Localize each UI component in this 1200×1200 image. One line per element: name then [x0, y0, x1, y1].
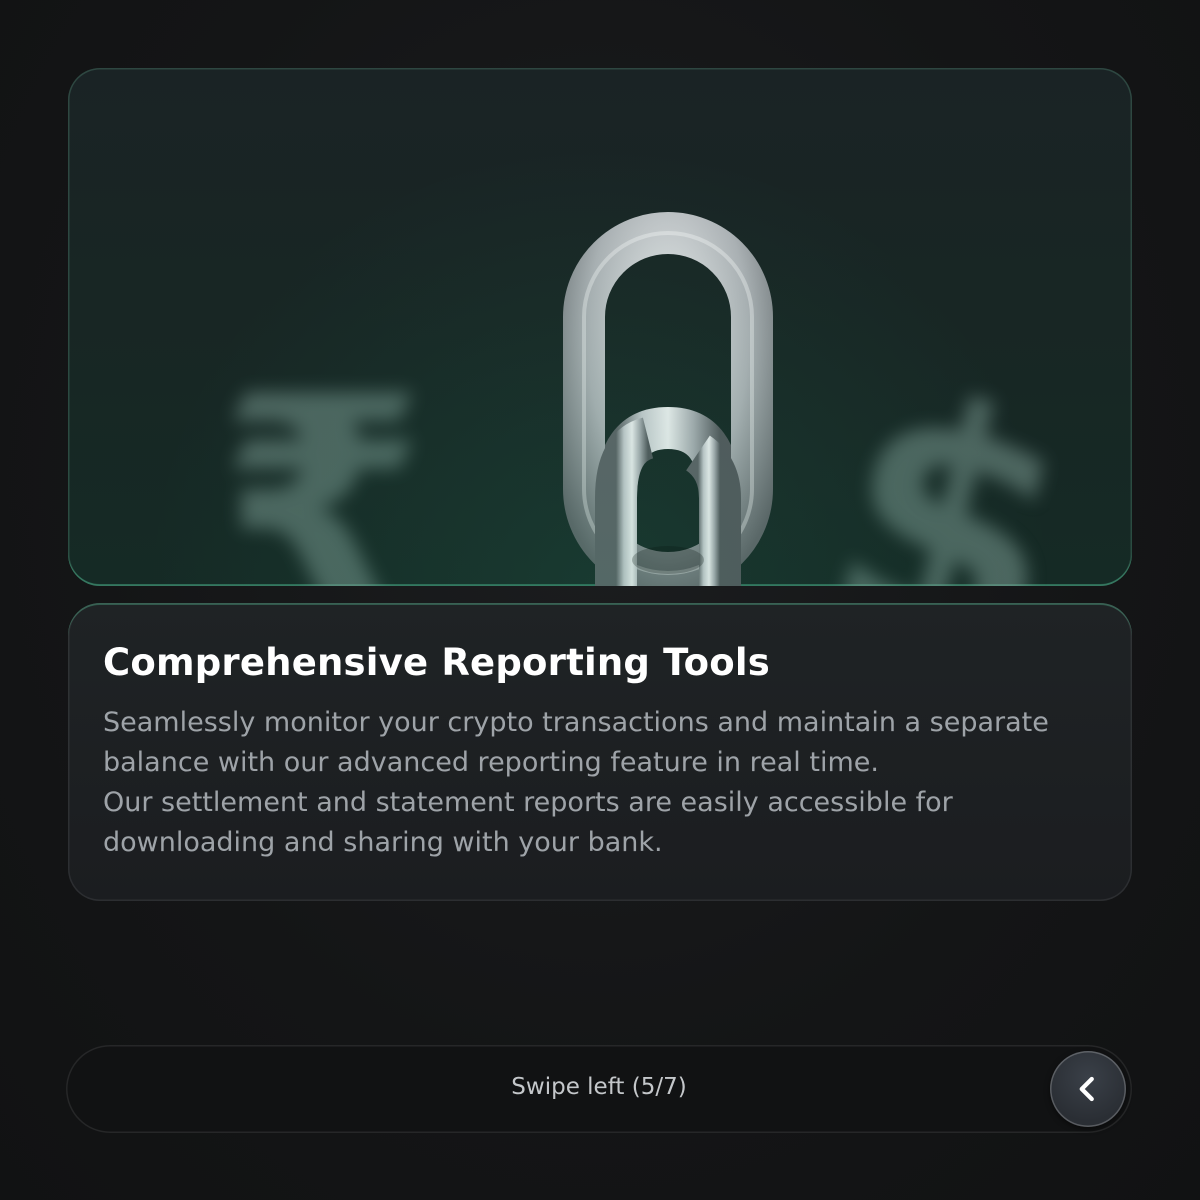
- description-line: Our settlement and statement reports are…: [103, 787, 953, 818]
- dollar-symbol-icon: $: [796, 320, 1103, 586]
- swipe-label: Swipe left (5/7): [511, 1074, 687, 1100]
- swipe-left-button[interactable]: [1050, 1051, 1126, 1127]
- description-line: Seamlessly monitor your crypto transacti…: [103, 707, 1049, 738]
- feature-title: Comprehensive Reporting Tools: [103, 641, 771, 684]
- rupee-symbol-icon: ₹: [218, 333, 427, 587]
- slide-page: ₹ $ Comprehensive Reporting Tools Seamle…: [0, 0, 1200, 1200]
- description-line: downloading and sharing with your bank.: [103, 827, 663, 858]
- chain-link-icon: [563, 212, 773, 586]
- swipe-bar[interactable]: Swipe left (5/7): [66, 1045, 1132, 1133]
- hero-image-card: ₹ $: [68, 68, 1132, 586]
- feature-card: Comprehensive Reporting Tools Seamlessly…: [68, 603, 1132, 901]
- description-line: balance with our advanced reporting feat…: [103, 747, 879, 778]
- chevron-left-icon: [1079, 1076, 1094, 1102]
- feature-description: Seamlessly monitor your crypto transacti…: [103, 703, 1103, 863]
